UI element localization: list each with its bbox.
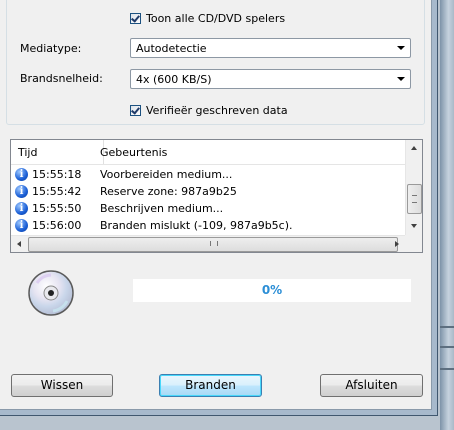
log-header: Tijd Gebeurtenis <box>11 140 406 165</box>
log-time: 15:56:00 <box>32 219 82 232</box>
scroll-left-arrow-icon[interactable] <box>11 236 28 252</box>
burn-speed-select[interactable]: 4x (600 KB/S) <box>130 69 411 89</box>
scroll-up-arrow-icon[interactable] <box>406 140 422 157</box>
list-item[interactable]: i 15:55:18 Voorbereiden medium... <box>11 166 406 183</box>
horizontal-scrollbar[interactable] <box>11 235 422 252</box>
column-header-event[interactable]: Gebeurtenis <box>100 146 167 159</box>
event-log-list[interactable]: Tijd Gebeurtenis i 15:55:18 Voorbereiden… <box>10 139 423 253</box>
progress-percent: 0% <box>261 283 283 297</box>
scroll-down-arrow-icon[interactable] <box>406 218 422 235</box>
cd-disc-icon <box>28 270 74 316</box>
scroll-right-arrow-icon[interactable] <box>388 236 405 252</box>
clear-button[interactable]: Wissen <box>11 374 113 397</box>
horizontal-scroll-thumb[interactable] <box>28 237 398 252</box>
list-item[interactable]: i 15:56:00 Branden mislukt (-109, 987a9b… <box>11 217 406 234</box>
desktop-background <box>440 0 454 430</box>
scroll-corner <box>405 235 422 252</box>
burn-progress-bar: 0% <box>133 279 411 302</box>
burn-button[interactable]: Branden <box>159 374 262 397</box>
burn-speed-label: Brandsnelheid: <box>20 72 103 85</box>
media-type-value: Autodetectie <box>136 42 207 55</box>
verify-data-label: Verifieër geschreven data <box>146 103 288 117</box>
log-time: 15:55:18 <box>32 168 82 181</box>
burn-speed-value: 4x (600 KB/S) <box>136 73 212 86</box>
vertical-scrollbar[interactable] <box>405 140 422 235</box>
column-header-time[interactable]: Tijd <box>18 146 37 159</box>
info-icon: i <box>15 168 28 181</box>
info-icon: i <box>15 219 28 232</box>
list-item[interactable]: i 15:55:42 Reserve zone: 987a9b25 <box>11 183 406 200</box>
verify-data-checkbox[interactable]: Verifieër geschreven data <box>130 102 288 118</box>
info-icon: i <box>15 202 28 215</box>
show-all-drives-checkbox[interactable]: Toon alle CD/DVD spelers <box>130 10 285 26</box>
log-event: Voorbereiden medium... <box>100 168 233 181</box>
log-event: Beschrijven medium... <box>100 202 224 215</box>
dialog-client-area: Toon alle CD/DVD spelers Mediatype: Auto… <box>0 0 432 410</box>
media-type-label: Mediatype: <box>20 42 82 55</box>
vertical-scroll-thumb[interactable] <box>407 184 422 214</box>
chevron-down-icon[interactable] <box>395 73 407 85</box>
checkbox-checked-icon[interactable] <box>130 104 141 116</box>
log-event: Reserve zone: 987a9b25 <box>100 185 237 198</box>
media-type-select[interactable]: Autodetectie <box>130 38 411 58</box>
log-event: Branden mislukt (-109, 987a9b5c). <box>100 219 293 232</box>
log-time: 15:55:42 <box>32 185 82 198</box>
info-icon: i <box>15 185 28 198</box>
chevron-down-icon[interactable] <box>395 42 407 54</box>
log-time: 15:55:50 <box>32 202 82 215</box>
checkbox-checked-icon[interactable] <box>130 12 141 24</box>
log-rows: i 15:55:18 Voorbereiden medium... i 15:5… <box>11 166 406 234</box>
show-all-drives-label: Toon alle CD/DVD spelers <box>146 11 286 25</box>
burn-dialog-window: Toon alle CD/DVD spelers Mediatype: Auto… <box>0 0 438 416</box>
close-button[interactable]: Afsluiten <box>320 374 423 397</box>
list-item[interactable]: i 15:55:50 Beschrijven medium... <box>11 200 406 217</box>
